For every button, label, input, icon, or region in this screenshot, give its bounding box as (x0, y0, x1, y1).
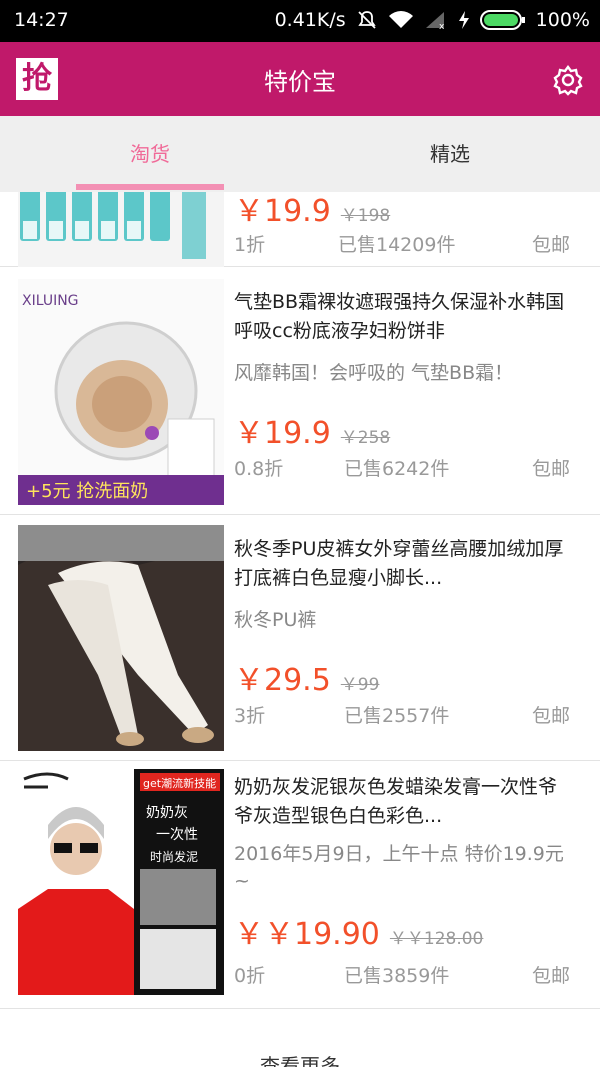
product-price: ￥19.9 (234, 194, 331, 229)
signal-icon: x (424, 10, 448, 30)
product-desc: 2016年5月9日，上午十点 特价19.9元~ (234, 843, 564, 892)
product-item[interactable]: XILUING +5元 抢洗面奶 气垫BB霜裸妆遮瑕强持久保湿补水韩国呼吸cc粉… (0, 268, 600, 515)
product-shipping: 包邮 (531, 965, 570, 987)
net-speed: 0.41K/s (274, 9, 346, 31)
product-original-price: ￥￥128.00 (389, 929, 484, 949)
product-original-price: ￥198 (340, 206, 391, 226)
product-image-brand: XILUING (22, 293, 79, 309)
product-sold: 已售3859件 (344, 965, 450, 987)
load-more-button[interactable]: 查看更多 (0, 1050, 600, 1067)
product-price: ￥￥19.90 (234, 917, 380, 952)
product-price: ￥19.9 (234, 416, 331, 451)
product-info: 秋冬季PU皮裤女外穿蕾丝高腰加绒加厚打底裤白色显瘦小脚长... 秋冬PU裤 ￥2… (234, 515, 584, 761)
app-bar: 抢 特价宝 (0, 42, 600, 116)
tab-taohuo[interactable]: 淘货 (0, 116, 300, 192)
tab-bar: 淘货 精选 (0, 116, 600, 192)
tab-jingxuan[interactable]: 精选 (300, 116, 600, 192)
product-image: get潮流新技能 奶奶灰 一次性 时尚发泥 (18, 769, 224, 995)
active-tab-indicator (76, 184, 224, 190)
product-sold: 已售6242件 (344, 458, 450, 480)
product-info: ￥19.9 ￥198 1折 已售14209件 包邮 (234, 192, 584, 262)
product-title: 气垫BB霜裸妆遮瑕强持久保湿补水韩国呼吸cc粉底液孕妇粉饼非 (234, 291, 565, 342)
product-image (18, 525, 224, 751)
battery-level: 100% (535, 9, 590, 31)
product-original-price: ￥258 (340, 428, 391, 448)
status-bar: 14:27 0.41K/s x 100% (0, 0, 600, 42)
product-shipping: 包邮 (531, 458, 570, 480)
gear-icon[interactable] (552, 64, 584, 96)
product-image-line3: 时尚发泥 (150, 849, 198, 864)
status-time: 14:27 (14, 9, 69, 31)
product-sold: 已售2557件 (344, 705, 450, 727)
product-image-promo: +5元 抢洗面奶 (26, 481, 148, 502)
product-image-line1: 奶奶灰 (146, 805, 188, 821)
app-title: 特价宝 (264, 68, 336, 96)
product-item[interactable]: get潮流新技能 奶奶灰 一次性 时尚发泥 奶奶灰发泥银灰色发蜡染发膏一次性爷爷… (0, 761, 600, 1009)
product-image: XILUING +5元 抢洗面奶 (18, 279, 224, 505)
product-image-line2: 一次性 (156, 827, 198, 843)
product-discount: 1折 (234, 234, 266, 256)
wifi-icon (388, 10, 414, 30)
status-icons: 0.41K/s x 100% (275, 9, 590, 31)
product-desc: 风靡韩国！会呼吸的 气垫BB霜！ (234, 362, 514, 384)
product-info: 奶奶灰发泥银灰色发蜡染发膏一次性爷爷灰造型银色白色彩色... 2016年5月9日… (234, 761, 584, 1009)
product-shipping: 包邮 (531, 705, 570, 727)
product-sold: 已售14209件 (338, 234, 456, 256)
product-original-price: ￥99 (340, 675, 380, 695)
product-title: 奶奶灰发泥银灰色发蜡染发膏一次性爷爷灰造型银色白色彩色... (234, 776, 558, 827)
charging-icon (458, 10, 470, 30)
product-image (18, 192, 224, 267)
product-discount: 0折 (234, 965, 266, 987)
product-title: 秋冬季PU皮裤女外穿蕾丝高腰加绒加厚打底裤白色显瘦小脚长... (234, 538, 564, 589)
product-item[interactable]: 秋冬季PU皮裤女外穿蕾丝高腰加绒加厚打底裤白色显瘦小脚长... 秋冬PU裤 ￥2… (0, 515, 600, 761)
product-list[interactable]: ￥19.9 ￥198 1折 已售14209件 包邮 XILUING +5元 抢洗… (0, 192, 600, 1067)
mute-icon (356, 9, 378, 31)
battery-icon (479, 9, 526, 31)
svg-text:x: x (439, 22, 445, 30)
product-item[interactable]: ￥19.9 ￥198 1折 已售14209件 包邮 (0, 192, 600, 267)
product-discount: 3折 (234, 705, 266, 727)
product-price: ￥29.5 (234, 663, 331, 698)
product-info: 气垫BB霜裸妆遮瑕强持久保湿补水韩国呼吸cc粉底液孕妇粉饼非 风靡韩国！会呼吸的… (234, 268, 584, 515)
product-desc: 秋冬PU裤 (234, 609, 317, 631)
product-image-badge: get潮流新技能 (143, 776, 216, 790)
product-shipping: 包邮 (531, 234, 570, 256)
product-discount: 0.8折 (234, 458, 284, 480)
